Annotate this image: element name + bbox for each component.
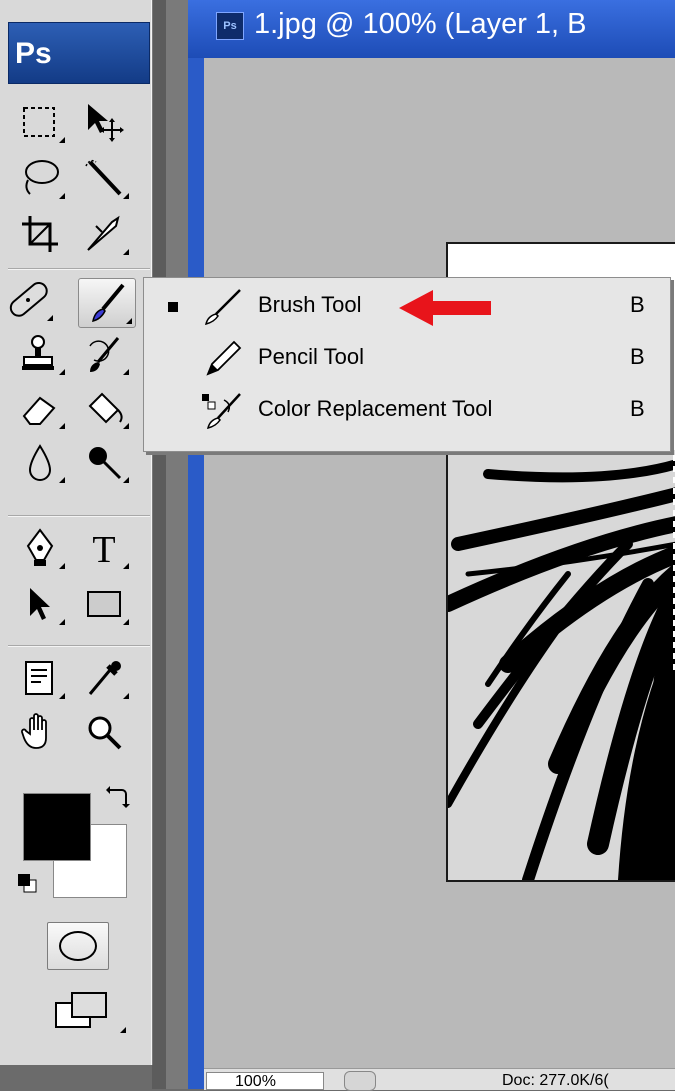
toolbox-separator [8, 515, 150, 517]
menu-item-color-replacement-tool[interactable]: Color Replacement Tool B [144, 384, 670, 436]
menu-item-label: Pencil Tool [258, 344, 364, 369]
pencil-icon [206, 340, 242, 376]
menu-item-brush-tool[interactable]: Brush Tool B [144, 280, 670, 332]
magnifier-icon [88, 716, 122, 750]
photoshop-logo[interactable]: Ps [8, 22, 150, 84]
toolbox-shadow [152, 0, 166, 1089]
pen-icon [26, 528, 54, 566]
crop-tool[interactable] [12, 210, 68, 258]
document-window: Ps 1.jpg @ 100% (Layer 1, B 100% Doc: 27… [188, 0, 675, 1091]
spot-healing-brush-tool[interactable] [0, 276, 56, 324]
canvas-area[interactable] [204, 58, 675, 1068]
eraser-tool[interactable] [12, 384, 68, 432]
blur-tool[interactable] [12, 438, 68, 486]
marquee-icon [23, 107, 55, 137]
path-selection-tool[interactable] [12, 580, 68, 628]
stamp-icon [22, 335, 54, 370]
brush-tool[interactable] [78, 278, 136, 328]
hand-tool[interactable] [12, 708, 68, 756]
notes-tool[interactable] [12, 654, 68, 702]
selected-check-icon [168, 302, 178, 312]
type-icon: T [92, 529, 115, 570]
menu-item-label: Color Replacement Tool [258, 396, 493, 421]
dodge-tool[interactable] [76, 438, 132, 486]
document-title-bar[interactable]: Ps 1.jpg @ 100% (Layer 1, B [188, 0, 675, 58]
type-tool[interactable]: T [76, 524, 132, 572]
rectangular-marquee-tool[interactable] [12, 98, 68, 146]
quick-selection-icon [85, 159, 122, 196]
slice-icon [87, 215, 120, 251]
dodge-icon [89, 447, 122, 480]
hand-icon [21, 713, 47, 749]
rectangle-tool[interactable] [76, 580, 132, 628]
clone-stamp-tool[interactable] [12, 330, 68, 378]
notes-icon [25, 661, 53, 695]
brush-icon [204, 289, 241, 326]
default-colors-icon[interactable] [16, 872, 40, 896]
bucket-icon [88, 392, 123, 424]
menu-item-label: Brush Tool [258, 292, 362, 317]
photoshop-document-icon: Ps [216, 12, 244, 40]
history-brush-icon [89, 337, 120, 372]
move-icon [88, 104, 124, 142]
rectangle-icon [87, 591, 121, 617]
quick-mask-icon [59, 931, 97, 961]
foreground-color-swatch[interactable] [23, 793, 91, 861]
pen-tool[interactable] [12, 524, 68, 572]
red-arrow-annotation [399, 290, 491, 326]
paint-bucket-tool[interactable] [76, 384, 132, 432]
status-menu-button[interactable] [344, 1071, 376, 1091]
swap-colors-icon[interactable] [104, 782, 132, 810]
toolbox-separator [8, 645, 150, 647]
eyedropper-tool[interactable] [76, 654, 132, 702]
document-title: 1.jpg @ 100% (Layer 1, B [254, 8, 587, 40]
menu-item-pencil-tool[interactable]: Pencil Tool B [144, 332, 670, 384]
history-brush-tool[interactable] [76, 330, 132, 378]
quick-mask-button[interactable] [47, 922, 109, 970]
zoom-tool[interactable] [76, 708, 132, 756]
status-bar: 100% Doc: 277.0K/6( [204, 1068, 675, 1091]
menu-item-shortcut: B [630, 292, 645, 317]
color-replacement-icon [202, 393, 241, 430]
slice-tool[interactable] [76, 210, 132, 258]
bandage-icon [9, 282, 48, 317]
workspace-gap [166, 0, 188, 1089]
crop-icon [22, 216, 58, 252]
brush-tools-flyout-menu: Brush Tool B Pencil Tool B Color Replace… [143, 277, 671, 452]
toolbox: Ps T [0, 0, 153, 1065]
document-info: Doc: 277.0K/6( [502, 1072, 609, 1089]
move-tool[interactable] [76, 98, 132, 146]
eyedropper-icon [88, 661, 121, 695]
toolbox-separator [8, 268, 150, 270]
eraser-icon [22, 396, 56, 425]
lasso-tool[interactable] [12, 154, 68, 202]
svg-text:T: T [92, 529, 115, 570]
menu-item-shortcut: B [630, 344, 645, 369]
menu-item-shortcut: B [630, 396, 645, 421]
screen-mode-button[interactable] [50, 985, 130, 1041]
quick-selection-tool[interactable] [76, 154, 132, 202]
brush-icon [92, 283, 125, 323]
drop-icon [28, 444, 52, 481]
zoom-level-field[interactable]: 100% [206, 1072, 324, 1090]
path-selection-icon [30, 588, 50, 620]
lasso-icon [25, 160, 59, 195]
